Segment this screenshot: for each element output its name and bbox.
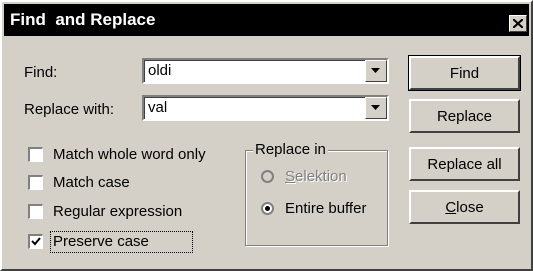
replace-input[interactable]: val [148,99,167,117]
chevron-down-icon [371,105,380,110]
title-bar[interactable]: Find and Replace [4,4,529,36]
replace-in-title: Replace in [253,140,328,159]
find-input[interactable]: oldi [148,62,171,80]
regular-expression-label: Regular expression [53,203,183,220]
match-case-label: Match case [53,174,130,191]
find-dropdown-button[interactable] [365,60,387,82]
close-icon [513,19,523,28]
selection-radio-button [261,170,274,183]
entire-buffer-radio-label[interactable]: Entire buffer [285,199,366,218]
match-case-checkbox[interactable]: Match case [28,173,168,193]
replace-in-group [245,150,388,246]
close-mnemonic: C [445,198,457,216]
focus-indicator [50,231,193,253]
close-window-button[interactable] [509,15,527,32]
selection-radio-label: Selektion [285,167,347,186]
replace-label: Replace with: [24,101,115,118]
find-button[interactable]: Find [408,55,521,91]
checkmark-icon [31,237,41,246]
find-label: Find: [24,64,58,81]
close-button[interactable]: Close [409,190,520,224]
regular-expression-checkbox[interactable]: Regular expression [28,202,238,222]
replace-dropdown-button[interactable] [365,97,387,119]
match-whole-word-label: Match whole word only [53,146,206,163]
entire-buffer-radio-button[interactable] [261,202,274,215]
find-replace-dialog: Find and Replace Find: oldi Replace with… [0,0,533,271]
window-title: Find and Replace [10,10,156,29]
replace-button[interactable]: Replace [409,99,520,133]
checkbox-box[interactable] [28,147,43,162]
checkbox-box[interactable] [28,175,43,190]
find-combobox[interactable]: oldi [142,58,389,84]
replace-all-button[interactable]: Replace all [409,147,520,181]
selection-mnemonic: S [285,168,296,185]
checkbox-box[interactable] [28,204,43,219]
checkbox-box[interactable] [28,234,43,249]
chevron-down-icon [371,68,380,73]
radio-selected-dot [265,206,270,211]
close-button-rest: lose [456,198,484,216]
match-whole-word-checkbox[interactable]: Match whole word only [28,145,238,165]
replace-combobox[interactable]: val [142,95,389,121]
selection-rest: elektion [295,168,347,185]
